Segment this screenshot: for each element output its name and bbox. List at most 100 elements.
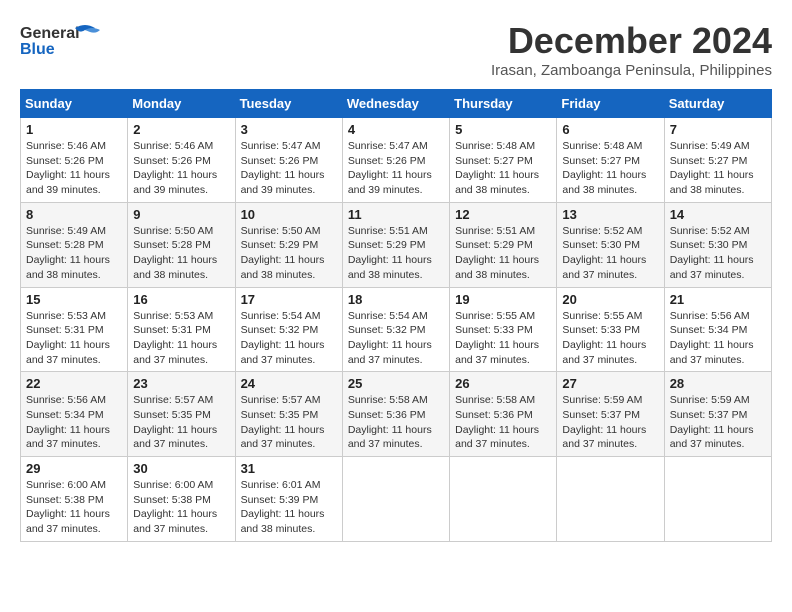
table-row: 13 Sunrise: 5:52 AMSunset: 5:30 PMDaylig…	[557, 202, 664, 287]
day-number: 14	[670, 207, 766, 222]
header-monday: Monday	[128, 90, 235, 118]
day-info: Sunrise: 5:58 AMSunset: 5:36 PMDaylight:…	[455, 394, 539, 450]
table-row: 16 Sunrise: 5:53 AMSunset: 5:31 PMDaylig…	[128, 287, 235, 372]
day-info: Sunrise: 5:59 AMSunset: 5:37 PMDaylight:…	[670, 394, 754, 450]
day-info: Sunrise: 5:52 AMSunset: 5:30 PMDaylight:…	[670, 225, 754, 281]
day-info: Sunrise: 6:00 AMSunset: 5:38 PMDaylight:…	[133, 479, 217, 535]
table-row	[450, 457, 557, 542]
day-info: Sunrise: 5:55 AMSunset: 5:33 PMDaylight:…	[562, 310, 646, 366]
day-number: 4	[348, 122, 444, 137]
logo: General Blue	[20, 20, 110, 60]
table-row	[342, 457, 449, 542]
day-number: 7	[670, 122, 766, 137]
table-row: 17 Sunrise: 5:54 AMSunset: 5:32 PMDaylig…	[235, 287, 342, 372]
day-number: 10	[241, 207, 337, 222]
day-number: 20	[562, 292, 658, 307]
day-info: Sunrise: 5:46 AMSunset: 5:26 PMDaylight:…	[26, 140, 110, 196]
table-row: 30 Sunrise: 6:00 AMSunset: 5:38 PMDaylig…	[128, 457, 235, 542]
day-info: Sunrise: 5:54 AMSunset: 5:32 PMDaylight:…	[348, 310, 432, 366]
day-number: 22	[26, 376, 122, 391]
day-info: Sunrise: 5:50 AMSunset: 5:28 PMDaylight:…	[133, 225, 217, 281]
table-row	[664, 457, 771, 542]
day-info: Sunrise: 5:46 AMSunset: 5:26 PMDaylight:…	[133, 140, 217, 196]
table-row: 4 Sunrise: 5:47 AMSunset: 5:26 PMDayligh…	[342, 118, 449, 203]
day-info: Sunrise: 5:49 AMSunset: 5:27 PMDaylight:…	[670, 140, 754, 196]
day-number: 12	[455, 207, 551, 222]
day-info: Sunrise: 5:48 AMSunset: 5:27 PMDaylight:…	[455, 140, 539, 196]
table-row: 18 Sunrise: 5:54 AMSunset: 5:32 PMDaylig…	[342, 287, 449, 372]
table-row: 24 Sunrise: 5:57 AMSunset: 5:35 PMDaylig…	[235, 372, 342, 457]
day-number: 15	[26, 292, 122, 307]
day-info: Sunrise: 5:50 AMSunset: 5:29 PMDaylight:…	[241, 225, 325, 281]
table-row	[557, 457, 664, 542]
day-number: 26	[455, 376, 551, 391]
day-number: 5	[455, 122, 551, 137]
day-info: Sunrise: 6:00 AMSunset: 5:38 PMDaylight:…	[26, 479, 110, 535]
table-row: 29 Sunrise: 6:00 AMSunset: 5:38 PMDaylig…	[21, 457, 128, 542]
day-info: Sunrise: 5:56 AMSunset: 5:34 PMDaylight:…	[26, 394, 110, 450]
day-number: 9	[133, 207, 229, 222]
day-number: 11	[348, 207, 444, 222]
table-row: 15 Sunrise: 5:53 AMSunset: 5:31 PMDaylig…	[21, 287, 128, 372]
day-number: 25	[348, 376, 444, 391]
calendar-table: Sunday Monday Tuesday Wednesday Thursday…	[20, 89, 772, 542]
table-row: 10 Sunrise: 5:50 AMSunset: 5:29 PMDaylig…	[235, 202, 342, 287]
day-number: 24	[241, 376, 337, 391]
table-row: 11 Sunrise: 5:51 AMSunset: 5:29 PMDaylig…	[342, 202, 449, 287]
table-row: 7 Sunrise: 5:49 AMSunset: 5:27 PMDayligh…	[664, 118, 771, 203]
table-row: 6 Sunrise: 5:48 AMSunset: 5:27 PMDayligh…	[557, 118, 664, 203]
day-info: Sunrise: 5:51 AMSunset: 5:29 PMDaylight:…	[348, 225, 432, 281]
table-row: 22 Sunrise: 5:56 AMSunset: 5:34 PMDaylig…	[21, 372, 128, 457]
day-number: 23	[133, 376, 229, 391]
day-info: Sunrise: 5:59 AMSunset: 5:37 PMDaylight:…	[562, 394, 646, 450]
header-tuesday: Tuesday	[235, 90, 342, 118]
day-info: Sunrise: 5:57 AMSunset: 5:35 PMDaylight:…	[241, 394, 325, 450]
table-row: 21 Sunrise: 5:56 AMSunset: 5:34 PMDaylig…	[664, 287, 771, 372]
header-wednesday: Wednesday	[342, 90, 449, 118]
day-info: Sunrise: 5:56 AMSunset: 5:34 PMDaylight:…	[670, 310, 754, 366]
day-info: Sunrise: 5:57 AMSunset: 5:35 PMDaylight:…	[133, 394, 217, 450]
table-row: 9 Sunrise: 5:50 AMSunset: 5:28 PMDayligh…	[128, 202, 235, 287]
table-row: 25 Sunrise: 5:58 AMSunset: 5:36 PMDaylig…	[342, 372, 449, 457]
day-number: 19	[455, 292, 551, 307]
day-number: 2	[133, 122, 229, 137]
day-number: 27	[562, 376, 658, 391]
day-info: Sunrise: 5:53 AMSunset: 5:31 PMDaylight:…	[26, 310, 110, 366]
day-number: 1	[26, 122, 122, 137]
title-area: December 2024 Irasan, Zamboanga Peninsul…	[491, 20, 772, 79]
day-number: 30	[133, 461, 229, 476]
day-number: 6	[562, 122, 658, 137]
table-row: 19 Sunrise: 5:55 AMSunset: 5:33 PMDaylig…	[450, 287, 557, 372]
day-number: 29	[26, 461, 122, 476]
day-number: 31	[241, 461, 337, 476]
day-number: 21	[670, 292, 766, 307]
table-row: 20 Sunrise: 5:55 AMSunset: 5:33 PMDaylig…	[557, 287, 664, 372]
month-title: December 2024	[491, 20, 772, 62]
day-number: 16	[133, 292, 229, 307]
day-info: Sunrise: 5:48 AMSunset: 5:27 PMDaylight:…	[562, 140, 646, 196]
day-info: Sunrise: 5:47 AMSunset: 5:26 PMDaylight:…	[241, 140, 325, 196]
table-row: 3 Sunrise: 5:47 AMSunset: 5:26 PMDayligh…	[235, 118, 342, 203]
day-number: 3	[241, 122, 337, 137]
day-info: Sunrise: 5:49 AMSunset: 5:28 PMDaylight:…	[26, 225, 110, 281]
header-sunday: Sunday	[21, 90, 128, 118]
header-friday: Friday	[557, 90, 664, 118]
header-thursday: Thursday	[450, 90, 557, 118]
day-info: Sunrise: 5:47 AMSunset: 5:26 PMDaylight:…	[348, 140, 432, 196]
header-saturday: Saturday	[664, 90, 771, 118]
table-row: 5 Sunrise: 5:48 AMSunset: 5:27 PMDayligh…	[450, 118, 557, 203]
day-info: Sunrise: 5:54 AMSunset: 5:32 PMDaylight:…	[241, 310, 325, 366]
page-header: General Blue December 2024 Irasan, Zambo…	[20, 20, 772, 79]
table-row: 2 Sunrise: 5:46 AMSunset: 5:26 PMDayligh…	[128, 118, 235, 203]
svg-text:General: General	[20, 25, 80, 42]
table-row: 31 Sunrise: 6:01 AMSunset: 5:39 PMDaylig…	[235, 457, 342, 542]
table-row: 27 Sunrise: 5:59 AMSunset: 5:37 PMDaylig…	[557, 372, 664, 457]
day-number: 8	[26, 207, 122, 222]
day-number: 17	[241, 292, 337, 307]
logo-icon: General Blue	[20, 20, 110, 60]
table-row: 26 Sunrise: 5:58 AMSunset: 5:36 PMDaylig…	[450, 372, 557, 457]
day-number: 28	[670, 376, 766, 391]
day-info: Sunrise: 5:53 AMSunset: 5:31 PMDaylight:…	[133, 310, 217, 366]
table-row: 8 Sunrise: 5:49 AMSunset: 5:28 PMDayligh…	[21, 202, 128, 287]
table-row: 28 Sunrise: 5:59 AMSunset: 5:37 PMDaylig…	[664, 372, 771, 457]
